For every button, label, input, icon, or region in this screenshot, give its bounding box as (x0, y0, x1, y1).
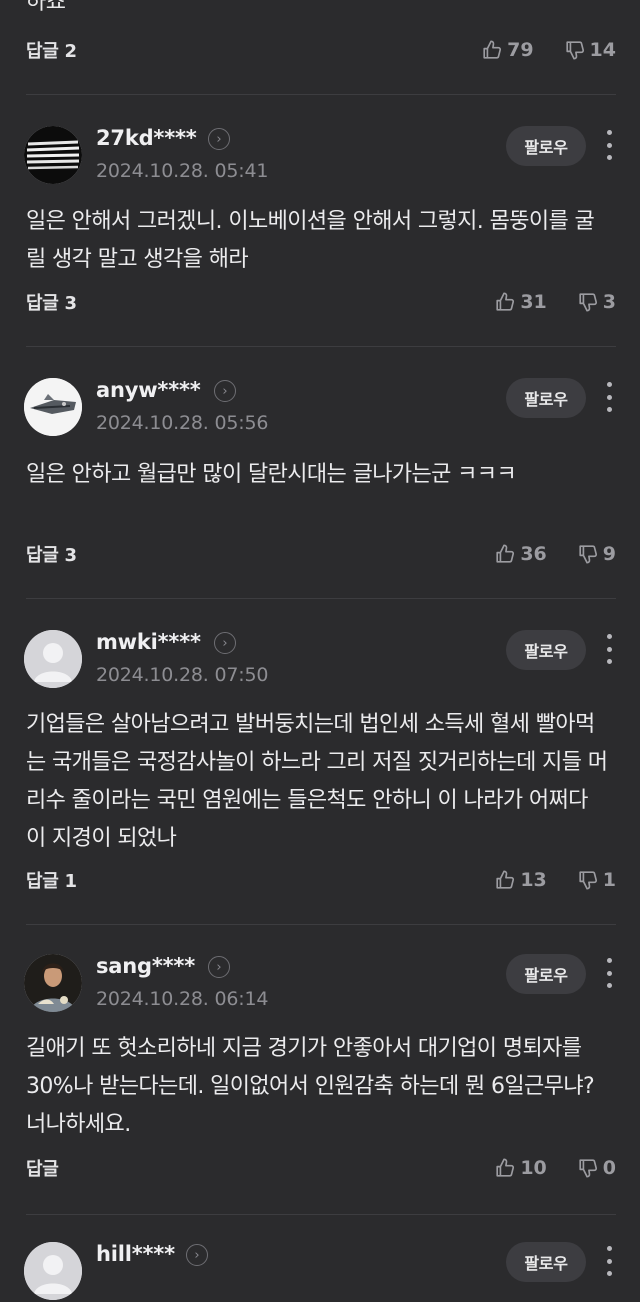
reply-button[interactable]: 답글 3 (26, 289, 77, 315)
thumbs-up-icon (494, 291, 516, 313)
like-button[interactable]: 31 (494, 291, 547, 313)
comment-header: mwki**** › 2024.10.28. 07:50 팔로우 (24, 630, 616, 690)
default-avatar-icon (24, 630, 82, 688)
reactions: 10 0 (494, 1157, 616, 1179)
chevron-right-circle-icon[interactable]: › (214, 380, 236, 402)
thumbs-down-icon (577, 291, 599, 313)
dislike-count: 1 (602, 869, 616, 891)
reply-button[interactable]: 답글 (26, 1155, 59, 1181)
like-button[interactable]: 13 (494, 869, 547, 891)
chevron-right-circle-icon[interactable]: › (208, 128, 230, 150)
avatar[interactable] (24, 954, 82, 1012)
nickname[interactable]: sang**** (96, 954, 195, 978)
dislike-button[interactable]: 0 (577, 1157, 616, 1179)
thumbs-up-icon (494, 1157, 516, 1179)
dislike-button[interactable]: 1 (577, 869, 616, 891)
comment-footer: 답글 2 79 14 (26, 36, 616, 64)
comment-footer: 답글 3 31 3 (26, 288, 616, 316)
comment-footer: 답글 1 13 1 (26, 866, 616, 894)
like-count: 36 (520, 543, 547, 565)
divider (26, 924, 616, 925)
thumbs-down-icon (577, 543, 599, 565)
nickname[interactable]: 27kd**** (96, 126, 197, 150)
more-vertical-icon[interactable] (602, 1246, 616, 1276)
comment-footer: 답글 3 36 9 (26, 540, 616, 568)
reactions: 31 3 (494, 291, 616, 313)
follow-button[interactable]: 팔로우 (506, 378, 586, 418)
dislike-button[interactable]: 9 (577, 543, 616, 565)
thumbs-down-icon (577, 869, 599, 891)
follow-button[interactable]: 팔로우 (506, 954, 586, 994)
thumbs-down-icon (577, 1157, 599, 1179)
like-button[interactable]: 10 (494, 1157, 547, 1179)
comment-text: 일은 안해서 그러겠니. 이노베이션을 안해서 그렇지. 몸뚱이를 굴릴 생각 … (26, 209, 595, 272)
comment-date: 2024.10.28. 05:56 (96, 412, 269, 434)
thumbs-up-icon (494, 869, 516, 891)
comment-date: 2024.10.28. 06:14 (96, 988, 269, 1010)
reactions: 13 1 (494, 869, 616, 891)
comment-text: 기업들은 살아남으려고 발버둥치는데 법인세 소득세 혈세 빨아먹는 국개들은 … (26, 712, 608, 851)
avatar[interactable] (24, 126, 82, 184)
chevron-right-circle-icon[interactable]: › (186, 1244, 208, 1266)
avatar-image (24, 954, 82, 1012)
follow-button[interactable]: 팔로우 (506, 126, 586, 166)
comment-text-fragment: 하죠 (26, 0, 66, 15)
comment-text: 일은 안하고 월급만 많이 달란시대는 글나가는군 ㅋㅋㅋ (26, 462, 517, 487)
reply-button[interactable]: 답글 1 (26, 867, 77, 893)
follow-button[interactable]: 팔로우 (506, 630, 586, 670)
reply-button[interactable]: 답글 3 (26, 541, 77, 567)
more-vertical-icon[interactable] (602, 634, 616, 664)
comment-footer: 답글 10 0 (26, 1154, 616, 1182)
comment-header: sang**** › 2024.10.28. 06:14 팔로우 (24, 954, 616, 1014)
dislike-count: 0 (602, 1157, 616, 1179)
like-count: 10 (520, 1157, 547, 1179)
reactions: 79 14 (481, 39, 616, 61)
thumbs-down-icon (564, 39, 586, 61)
like-count: 31 (520, 291, 547, 313)
nickname[interactable]: anyw**** (96, 378, 201, 402)
thumbs-up-icon (494, 543, 516, 565)
chevron-right-circle-icon[interactable]: › (208, 956, 230, 978)
comment-header: anyw**** › 2024.10.28. 05:56 팔로우 (24, 378, 616, 438)
reply-button[interactable]: 답글 2 (26, 37, 77, 63)
comment-text: 길애기 또 헛소리하네 지금 경기가 안좋아서 대기업이 명퇴자를 30%나 받… (26, 1036, 595, 1137)
avatar-image (24, 126, 82, 184)
comment-header: hill**** › 팔로우 (24, 1242, 616, 1302)
divider (26, 94, 616, 95)
like-button[interactable]: 36 (494, 543, 547, 565)
dislike-count: 14 (589, 39, 616, 61)
divider (26, 346, 616, 347)
comment-date: 2024.10.28. 05:41 (96, 160, 269, 182)
dislike-count: 9 (602, 543, 616, 565)
more-vertical-icon[interactable] (602, 958, 616, 988)
avatar[interactable] (24, 630, 82, 688)
divider (26, 1214, 616, 1215)
thumbs-up-icon (481, 39, 503, 61)
like-count: 79 (507, 39, 534, 61)
like-button[interactable]: 79 (481, 39, 534, 61)
reactions: 36 9 (494, 543, 616, 565)
more-vertical-icon[interactable] (602, 382, 616, 412)
avatar[interactable] (24, 378, 82, 436)
nickname[interactable]: mwki**** (96, 630, 201, 654)
divider (26, 598, 616, 599)
nickname[interactable]: hill**** (96, 1242, 175, 1266)
dislike-button[interactable]: 14 (564, 39, 616, 61)
default-avatar-icon (24, 1242, 82, 1300)
dislike-button[interactable]: 3 (577, 291, 616, 313)
avatar[interactable] (24, 1242, 82, 1300)
dislike-count: 3 (602, 291, 616, 313)
comment-date: 2024.10.28. 07:50 (96, 664, 269, 686)
comment-header: 27kd**** › 2024.10.28. 05:41 팔로우 (24, 126, 616, 186)
follow-button[interactable]: 팔로우 (506, 1242, 586, 1282)
chevron-right-circle-icon[interactable]: › (214, 632, 236, 654)
like-count: 13 (520, 869, 547, 891)
avatar-image (24, 378, 82, 436)
more-vertical-icon[interactable] (602, 130, 616, 160)
